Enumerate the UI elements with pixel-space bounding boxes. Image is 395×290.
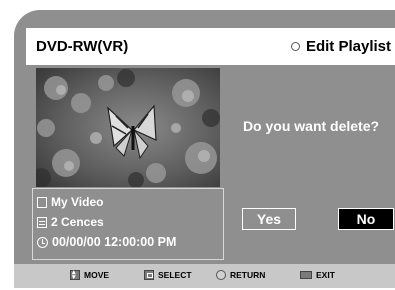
video-thumbnail [36,68,220,187]
butterfly-image [36,68,220,187]
scene-count: 2 Cences [51,215,104,229]
header-right: Edit Playlist [290,38,391,55]
hint-select: SELECT [144,270,192,280]
hint-return-label: RETURN [230,270,266,280]
hint-move-label: MOVE [84,270,110,280]
hint-exit-label: EXIT [316,270,335,280]
return-icon [216,270,226,280]
header-bar: DVD-RW(VR) Edit Playlist [26,28,395,65]
hint-move: MOVE [70,268,110,281]
recording-datetime: 00/00/00 12:00:00 PM [52,235,177,249]
screen-title: Edit Playlist [305,38,391,55]
no-button[interactable]: No [338,208,394,230]
move-icon [70,268,80,281]
scenes-icon [37,216,47,228]
hint-return: RETURN [216,270,265,280]
recording-info: My Video 2 Cences 00/00/00 12:00:00 PM [32,188,224,260]
title-icon [37,196,47,208]
hint-select-label: SELECT [158,270,192,280]
info-title-row: My Video [37,192,219,212]
info-scenes-row: 2 Cences [37,212,219,232]
osd-panel: DVD-RW(VR) Edit Playlist My Video 2 Cenc… [14,10,395,288]
yes-button[interactable]: Yes [242,208,296,230]
confirm-question: Do you want delete? [242,118,380,134]
footer-hints: MOVE SELECT RETURN EXIT [14,264,395,288]
device-label: DVD-RW(VR) [36,38,129,55]
info-datetime-row: 00/00/00 12:00:00 PM [37,232,219,252]
exit-icon [300,271,312,279]
circle-icon [290,42,300,51]
clock-icon [37,236,48,248]
hint-exit: EXIT [300,270,335,280]
recording-title: My Video [51,195,104,209]
select-icon [144,270,154,280]
